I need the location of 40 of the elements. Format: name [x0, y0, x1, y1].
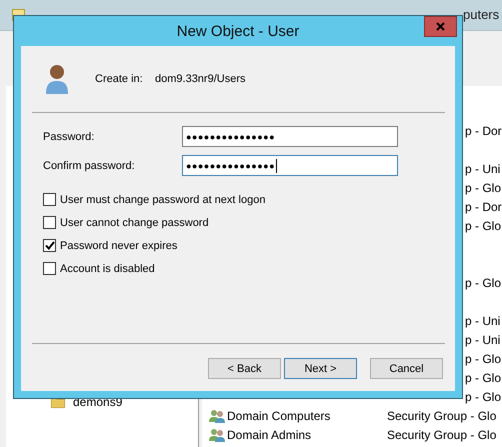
group-type: p - Glo	[465, 276, 502, 290]
group-type: p - Dor	[465, 200, 502, 214]
field-label: Password:	[43, 130, 96, 142]
group-icon	[209, 428, 225, 442]
group-type: p - Uni	[465, 314, 500, 328]
close-button[interactable]	[424, 16, 457, 37]
group-icon	[209, 408, 225, 422]
tree-item[interactable]: demons9	[51, 395, 198, 409]
create-in-path: dom9.33nr9/Users	[155, 73, 246, 85]
window-title: puters	[463, 7, 500, 22]
group-type: Security Group - Glo	[387, 408, 496, 422]
group-type: p - Uni	[465, 332, 500, 346]
group-type: p - Glo	[465, 218, 502, 232]
group-type: p - Glo	[465, 390, 502, 404]
checkbox-label: User cannot change password	[60, 216, 209, 228]
password-field[interactable]: ●●●●●●●●●●●●●●●	[182, 155, 398, 176]
group-type: p - Dor	[465, 124, 502, 138]
checkbox[interactable]	[43, 262, 56, 275]
group-type: p - Glo	[465, 352, 502, 366]
checkbox[interactable]	[43, 239, 56, 252]
close-icon	[436, 22, 445, 31]
dialog-button[interactable]: Cancel	[370, 358, 443, 379]
dialog-title: New Object - User	[176, 22, 300, 40]
create-in-label: Create in:	[95, 73, 144, 85]
group-type: p - Glo	[465, 370, 502, 384]
group-name: Domain Admins	[227, 428, 312, 442]
dialog-button[interactable]: < Back	[208, 358, 281, 379]
group-type: p - Glo	[465, 180, 502, 194]
checkbox[interactable]	[43, 193, 56, 206]
user-icon	[45, 63, 69, 95]
group-name: Domain Computers	[227, 408, 330, 422]
checkbox-label: Password never expires	[60, 240, 178, 252]
field-label: Confirm password:	[43, 160, 136, 172]
group-type: Security Group - Glo	[387, 428, 496, 442]
dialog-button[interactable]: Next >	[284, 358, 357, 379]
password-field[interactable]: ●●●●●●●●●●●●●●●	[182, 126, 398, 147]
checkbox-label: User must change password at next logon	[60, 194, 266, 206]
checkbox[interactable]	[43, 216, 56, 229]
checkbox-label: Account is disabled	[60, 262, 155, 274]
group-type: p - Uni	[465, 162, 500, 176]
